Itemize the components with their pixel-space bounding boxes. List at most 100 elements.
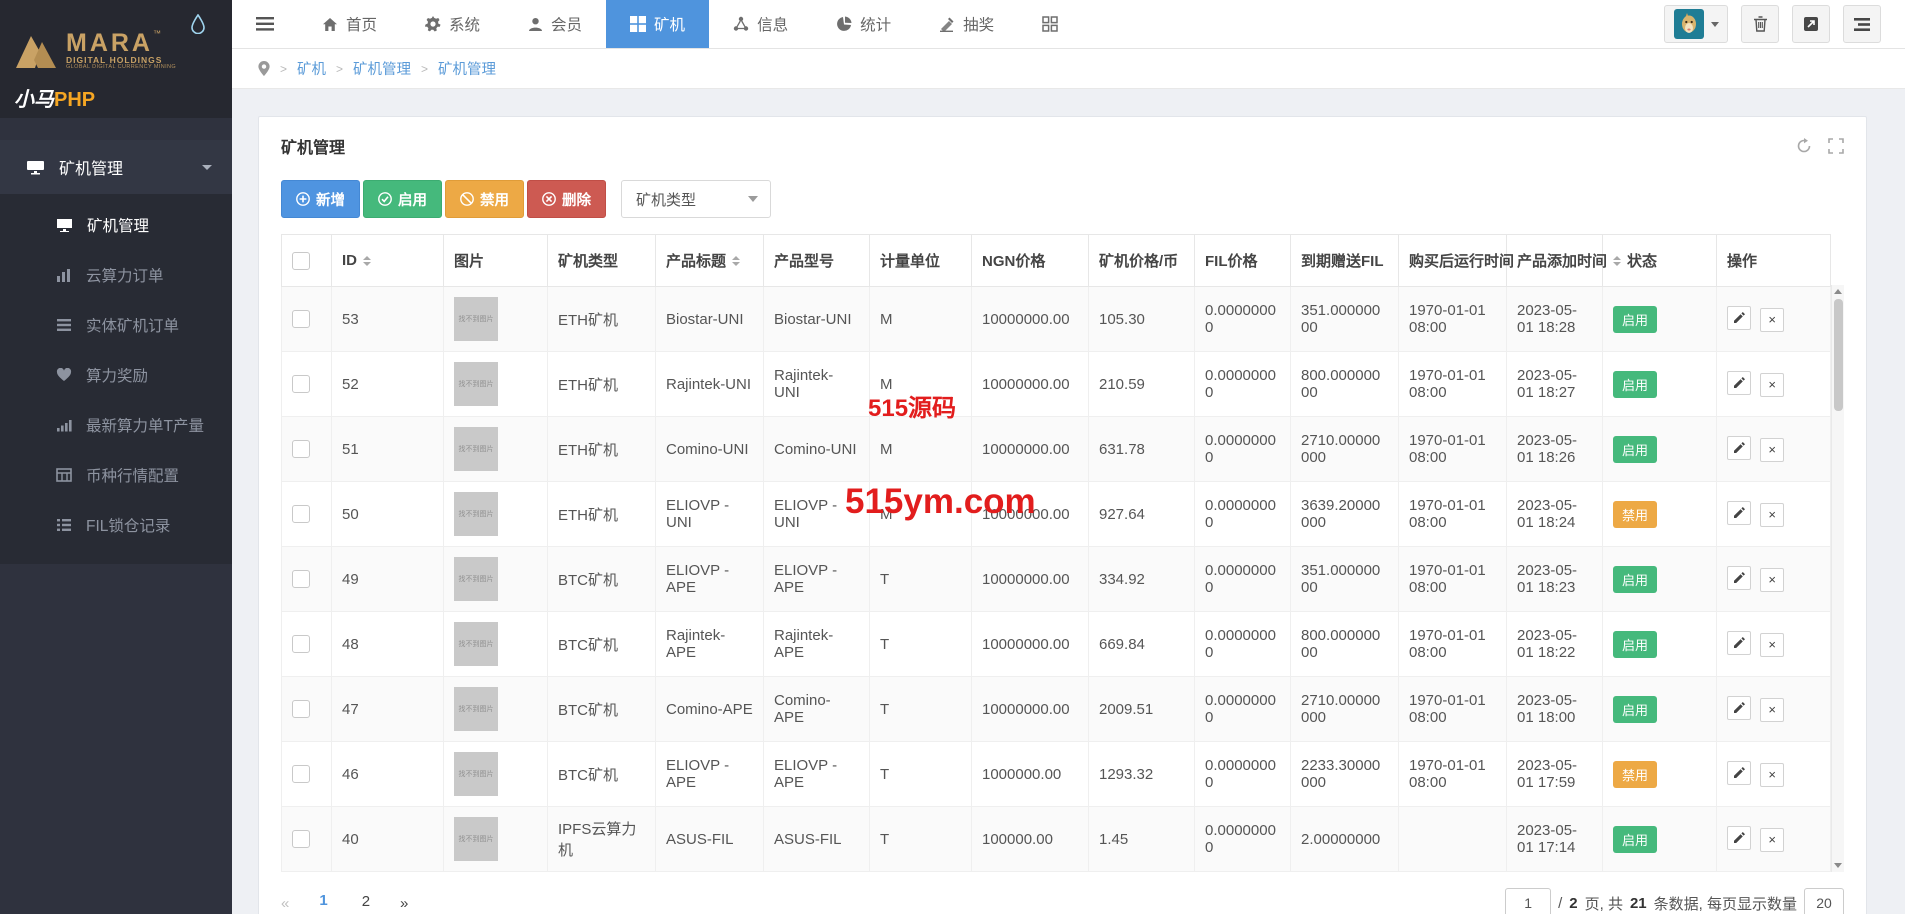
row-checkbox[interactable] bbox=[292, 830, 310, 848]
edit-button[interactable] bbox=[1727, 371, 1751, 395]
refresh-button[interactable] bbox=[1796, 138, 1812, 154]
cell-product-title: ELIOVP -APE bbox=[656, 547, 764, 612]
nav-item-home[interactable]: 首页 bbox=[298, 0, 401, 48]
sidebar-item-fil-lock-records[interactable]: FIL锁仓记录 bbox=[0, 500, 232, 550]
sidebar-group-miner-management[interactable]: 矿机管理 bbox=[0, 140, 232, 194]
page-next-button[interactable]: » bbox=[400, 895, 408, 912]
cell-ngn-price: 10000000.00 bbox=[972, 287, 1089, 352]
close-button[interactable]: × bbox=[1760, 763, 1784, 787]
row-checkbox[interactable] bbox=[292, 440, 310, 458]
product-image-placeholder: 找不到图片 bbox=[454, 427, 498, 471]
cell-product-model: Comino-APE bbox=[764, 677, 870, 742]
nav-item-system[interactable]: 系统 bbox=[401, 0, 504, 48]
add-button[interactable]: 新增 bbox=[281, 180, 360, 218]
user-menu-button[interactable] bbox=[1664, 5, 1728, 43]
chevron-down-icon bbox=[1711, 22, 1719, 27]
sidebar-item-hashrate-rewards[interactable]: 算力奖励 bbox=[0, 350, 232, 400]
log-menu-button[interactable] bbox=[1843, 5, 1881, 43]
card-header: 矿机管理 bbox=[259, 117, 1866, 170]
close-button[interactable]: × bbox=[1760, 438, 1784, 462]
edit-button[interactable] bbox=[1727, 501, 1751, 525]
product-image-placeholder: 找不到图片 bbox=[454, 687, 498, 731]
sidebar-item-miner-management[interactable]: 矿机管理 bbox=[0, 200, 232, 250]
toolbar: 新增 启用 禁用 删除 矿机类型 bbox=[259, 170, 1866, 234]
nav-item-members[interactable]: 会员 bbox=[504, 0, 606, 48]
page-prev-button[interactable]: « bbox=[281, 895, 289, 912]
table-row: 50 找不到图片 ETH矿机 ELIOVP -UNI ELIOVP -UNI M… bbox=[282, 482, 1831, 547]
sidebar-item-latest-hashrate-output[interactable]: 最新算力单T产量 bbox=[0, 400, 232, 450]
breadcrumb-item-miner-management[interactable]: 矿机管理 bbox=[353, 58, 411, 79]
current-page-input[interactable] bbox=[1505, 888, 1551, 914]
row-checkbox[interactable] bbox=[292, 375, 310, 393]
miner-type-select[interactable]: 矿机类型 bbox=[621, 180, 771, 218]
sort-icon[interactable] bbox=[1613, 256, 1621, 266]
table-scrollbar[interactable] bbox=[1831, 285, 1844, 872]
col-runtime: 购买后运行时间 bbox=[1399, 235, 1507, 287]
edit-button[interactable] bbox=[1727, 306, 1751, 330]
scroll-up-arrow[interactable] bbox=[1832, 285, 1844, 298]
brand-logo: MARA™ DIGITAL HOLDINGS GLOBAL DIGITAL CU… bbox=[14, 30, 232, 71]
close-button[interactable]: × bbox=[1760, 503, 1784, 527]
sidebar-item-coin-market-config[interactable]: 币种行情配置 bbox=[0, 450, 232, 500]
cell-expire-fil: 351.00000000 bbox=[1291, 547, 1399, 612]
close-button[interactable]: × bbox=[1760, 308, 1784, 332]
close-button[interactable]: × bbox=[1760, 633, 1784, 657]
page-button-2[interactable]: 2 bbox=[358, 891, 374, 914]
sort-icon[interactable] bbox=[732, 256, 740, 266]
cell-unit: M bbox=[870, 287, 972, 352]
logo-block: MARA™ DIGITAL HOLDINGS GLOBAL DIGITAL CU… bbox=[0, 0, 232, 118]
select-all-checkbox[interactable] bbox=[292, 252, 310, 270]
brand-bottom: 小马PHP bbox=[14, 83, 232, 112]
nav-item-apps[interactable] bbox=[1018, 0, 1082, 48]
edit-button[interactable] bbox=[1727, 826, 1751, 850]
close-button[interactable]: × bbox=[1760, 828, 1784, 852]
close-button[interactable]: × bbox=[1760, 698, 1784, 722]
nav-item-lottery[interactable]: 抽奖 bbox=[915, 0, 1018, 48]
table-header-row: ID 图片 矿机类型 产品标题 产品型号 计量单位 NGN价格 矿机价格/币 F… bbox=[282, 235, 1831, 287]
page-button-1[interactable]: 1 bbox=[315, 890, 331, 914]
side-menu: 矿机管理 矿机管理 云算力订单 实体矿机订单 算力奖励 bbox=[0, 140, 232, 564]
edit-button[interactable] bbox=[1727, 436, 1751, 460]
sidebar-group-label: 矿机管理 bbox=[59, 155, 202, 179]
sort-icon[interactable] bbox=[363, 256, 371, 266]
row-checkbox[interactable] bbox=[292, 505, 310, 523]
sidebar-toggle-button[interactable] bbox=[232, 0, 298, 48]
cell-unit: T bbox=[870, 807, 972, 872]
breadcrumb-item-miners[interactable]: 矿机 bbox=[297, 58, 326, 79]
breadcrumb-item-current[interactable]: 矿机管理 bbox=[438, 58, 496, 79]
nav-item-statistics[interactable]: 统计 bbox=[812, 0, 915, 48]
cell-runtime: 1970-01-01 08:00 bbox=[1399, 287, 1507, 352]
brand-name: MARA bbox=[66, 29, 153, 57]
cell-miner-price: 334.92 bbox=[1089, 547, 1195, 612]
edit-button[interactable] bbox=[1727, 761, 1751, 785]
cell-expire-fil: 2233.30000000 bbox=[1291, 742, 1399, 807]
row-checkbox[interactable] bbox=[292, 570, 310, 588]
close-button[interactable]: × bbox=[1760, 373, 1784, 397]
disable-button[interactable]: 禁用 bbox=[445, 180, 524, 218]
edit-button[interactable] bbox=[1727, 566, 1751, 590]
close-button[interactable]: × bbox=[1760, 568, 1784, 592]
edit-button[interactable] bbox=[1727, 696, 1751, 720]
nav-item-miners[interactable]: 矿机 bbox=[606, 0, 709, 48]
fullscreen-button[interactable] bbox=[1828, 138, 1844, 154]
fullscreen-icon bbox=[1828, 138, 1844, 154]
refresh-icon bbox=[1796, 138, 1812, 154]
cell-expire-fil: 351.00000000 bbox=[1291, 287, 1399, 352]
sidebar-item-physical-miner-orders[interactable]: 实体矿机订单 bbox=[0, 300, 232, 350]
row-checkbox[interactable] bbox=[292, 765, 310, 783]
cell-unit: T bbox=[870, 547, 972, 612]
page-size-input[interactable] bbox=[1804, 888, 1844, 914]
row-checkbox[interactable] bbox=[292, 635, 310, 653]
external-link-button[interactable] bbox=[1792, 5, 1830, 43]
row-checkbox[interactable] bbox=[292, 700, 310, 718]
edit-button[interactable] bbox=[1727, 631, 1751, 655]
scrollbar-thumb[interactable] bbox=[1834, 299, 1843, 411]
sidebar-item-cloud-hashrate-orders[interactable]: 云算力订单 bbox=[0, 250, 232, 300]
cell-unit: T bbox=[870, 677, 972, 742]
nav-item-info[interactable]: 信息 bbox=[709, 0, 812, 48]
delete-button[interactable]: 删除 bbox=[527, 180, 606, 218]
row-checkbox[interactable] bbox=[292, 310, 310, 328]
enable-button[interactable]: 启用 bbox=[363, 180, 442, 218]
cell-miner-price: 1293.32 bbox=[1089, 742, 1195, 807]
trash-button[interactable] bbox=[1741, 5, 1779, 43]
